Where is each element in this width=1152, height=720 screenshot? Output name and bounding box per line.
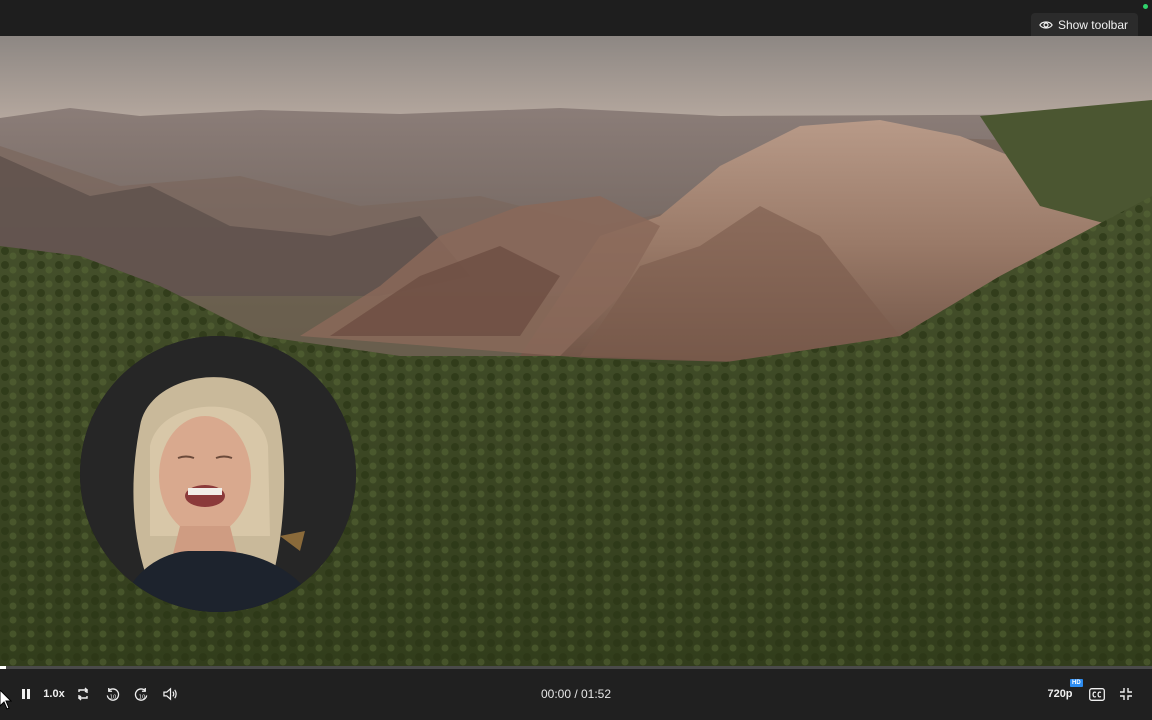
show-toolbar-button[interactable]: Show toolbar: [1030, 13, 1138, 37]
mouse-cursor-icon: [0, 690, 12, 710]
volume-button[interactable]: [161, 684, 179, 704]
exit-fullscreen-button[interactable]: [1117, 684, 1135, 704]
svg-text:10: 10: [138, 694, 145, 700]
pause-button[interactable]: [18, 684, 34, 704]
presenter-image: [80, 336, 356, 612]
loop-button[interactable]: [74, 684, 92, 704]
video-frame[interactable]: [0, 36, 1152, 666]
pause-icon: [20, 688, 32, 700]
time-display: 00:00 / 01:52: [540, 687, 612, 701]
loop-icon: [76, 687, 90, 701]
control-bar: 1.0x 10 10 00:00 / 01:52 720p HD: [0, 669, 1152, 720]
hd-badge: HD: [1070, 679, 1083, 687]
presenter-webcam-bubble[interactable]: [80, 336, 356, 612]
volume-icon: [162, 687, 178, 701]
captions-button[interactable]: [1087, 684, 1107, 704]
rewind-10-icon: 10: [105, 687, 120, 702]
forward-10-icon: 10: [134, 687, 149, 702]
show-toolbar-label: Show toolbar: [1057, 18, 1128, 32]
rewind-10-button[interactable]: 10: [103, 684, 121, 704]
status-indicator: [1143, 4, 1148, 9]
svg-text:10: 10: [109, 694, 116, 700]
video-player-app: Show toolbar 1.0x 10 10 00:00 / 01:52 72…: [0, 0, 1152, 720]
captions-icon: [1089, 687, 1105, 701]
playback-speed-button[interactable]: 1.0x: [42, 684, 66, 704]
forward-10-button[interactable]: 10: [132, 684, 150, 704]
top-bar: Show toolbar: [0, 0, 1152, 37]
eye-icon: [1039, 18, 1053, 32]
quality-button[interactable]: 720p: [1044, 684, 1076, 704]
exit-fullscreen-icon: [1119, 687, 1133, 701]
